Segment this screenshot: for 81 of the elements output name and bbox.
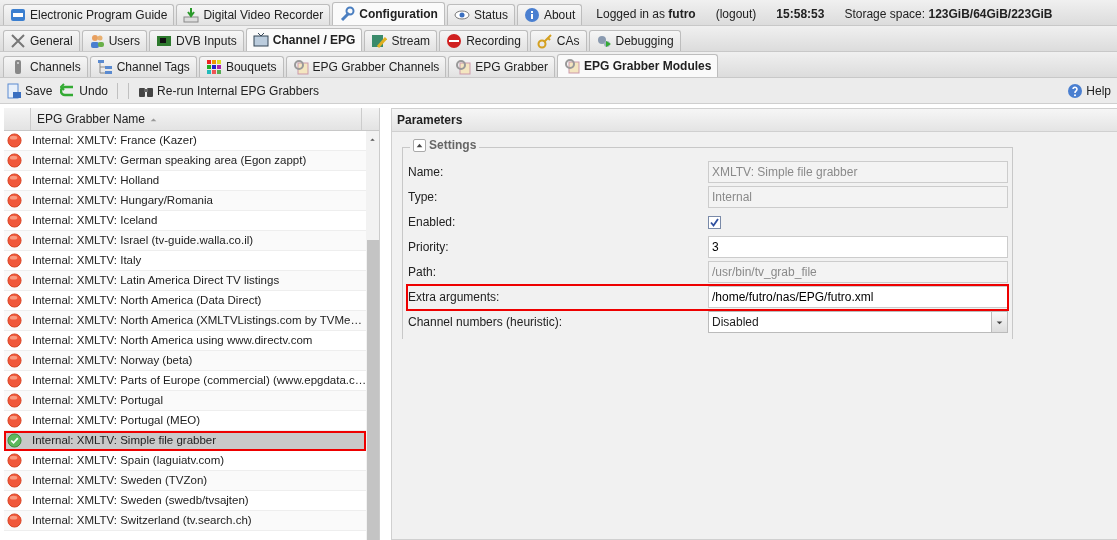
grid-row[interactable]: Internal: XMLTV: North America (Data Direct) <box>4 291 367 311</box>
grid-row[interactable]: Internal: XMLTV: Italy <box>4 251 367 271</box>
info-icon <box>523 7 540 23</box>
grid-row[interactable]: Internal: XMLTV: Simple file grabber <box>4 431 367 451</box>
field-label: Extra arguments: <box>407 289 501 306</box>
toolbar-button[interactable]: Save <box>4 81 55 100</box>
tab[interactable]: Channel Tags <box>89 56 197 77</box>
key-icon <box>536 33 553 49</box>
tab[interactable]: Channels <box>3 56 88 77</box>
tab[interactable]: EPG Grabber <box>448 56 556 77</box>
field-label: Path: <box>407 264 438 281</box>
grid-row[interactable]: Internal: XMLTV: Switzerland (tv.search.ch) <box>4 511 367 531</box>
download-icon <box>183 7 200 23</box>
save-icon <box>6 82 22 99</box>
field-label: Channel numbers (heuristic): <box>407 314 564 331</box>
field-label: Priority: <box>407 239 450 256</box>
tab[interactable]: Stream <box>364 30 438 51</box>
gears-icon <box>595 33 612 49</box>
gear-page-icon <box>292 59 309 75</box>
scroll-up-icon <box>368 135 378 144</box>
tab[interactable]: Digital Video Recorder <box>176 4 331 25</box>
tab[interactable]: Configuration <box>332 2 445 25</box>
grid-row[interactable]: Internal: XMLTV: Portugal (MEO) <box>4 411 367 431</box>
tab[interactable]: General <box>3 30 80 51</box>
gear-page-icon <box>564 58 581 74</box>
eye-icon <box>453 7 470 23</box>
collapse-toggle[interactable] <box>413 138 426 152</box>
tab[interactable]: EPG Grabber Modules <box>557 54 719 77</box>
grid-row[interactable]: Internal: XMLTV: North America (XMLTVListings.com by TVMe… <box>4 311 367 331</box>
toolbar-button[interactable]: Re-run Internal EPG Grabbers <box>136 81 322 100</box>
circuit-board-icon <box>156 33 173 49</box>
tab[interactable]: DVB Inputs <box>149 30 244 51</box>
users-icon <box>88 33 105 49</box>
tab[interactable]: Electronic Program Guide <box>3 4 175 25</box>
grid-row[interactable]: Internal: XMLTV: Sweden (swedb/tvsajten) <box>4 491 367 511</box>
help-button[interactable]: Help <box>1065 81 1113 100</box>
dropdown[interactable]: Disabled <box>708 311 1008 333</box>
tv-icon <box>252 32 269 48</box>
tab[interactable]: Status <box>446 4 515 25</box>
grid-row[interactable]: Internal: XMLTV: France (Kazer) <box>4 131 367 151</box>
gear-page-icon <box>455 59 472 75</box>
grid-row[interactable]: Internal: XMLTV: Portugal <box>4 391 367 411</box>
grid-row[interactable]: Internal: XMLTV: Parts of Europe (commercial) (www.epgdata.c… <box>4 371 367 391</box>
storage-text: Storage space: 123GiB/64GiB/223GiB <box>844 5 1053 23</box>
grid-row[interactable]: Internal: XMLTV: Norway (beta) <box>4 351 367 371</box>
field-label: Enabled: <box>407 214 457 231</box>
toolbar-button[interactable]: Undo <box>58 81 111 100</box>
grid-row[interactable]: Internal: XMLTV: German speaking area (Egon zappt) <box>4 151 367 171</box>
tab[interactable]: Channel / EPG <box>245 28 363 51</box>
tab[interactable]: Users <box>81 30 148 51</box>
section-title: Settings <box>429 137 477 154</box>
input-field[interactable]: /home/futro/nas/EPG/futro.xml <box>708 286 1008 308</box>
epg-icon <box>10 7 26 23</box>
help-icon <box>1067 82 1084 99</box>
tab[interactable]: Debugging <box>588 30 681 51</box>
logged-in-text: Logged in as futro <box>596 5 696 23</box>
input-field[interactable]: 3 <box>708 236 1008 258</box>
field-label: Name: <box>407 164 445 181</box>
logout-link[interactable]: (logout) <box>715 4 757 23</box>
grid-row[interactable]: Internal: XMLTV: Hungary/Romania <box>4 191 367 211</box>
panel-title: Parameters <box>392 109 1117 132</box>
tab[interactable]: Bouquets <box>198 56 284 77</box>
film-pencil-icon <box>371 33 388 49</box>
tab[interactable]: About <box>516 4 583 25</box>
grid-row[interactable]: Internal: XMLTV: North America using www.directv.com <box>4 331 367 351</box>
grid-row[interactable]: Internal: XMLTV: Spain (laguiatv.com) <box>4 451 367 471</box>
grid-row[interactable]: Internal: XMLTV: Latin America Direct TV listings <box>4 271 367 291</box>
grid-row[interactable]: Internal: XMLTV: Holland <box>4 171 367 191</box>
clock-time: 15:58:53 <box>776 5 825 23</box>
tree-icon <box>96 59 113 75</box>
checkbox[interactable] <box>708 215 721 229</box>
tab[interactable]: CAs <box>529 30 587 51</box>
tab[interactable]: Recording <box>439 30 528 51</box>
grid-row[interactable]: Internal: XMLTV: Israel (tv-guide.walla.co.il) <box>4 231 367 251</box>
field-label: Type: <box>407 189 439 206</box>
scrollbar[interactable] <box>366 131 379 540</box>
grid-row[interactable]: Internal: XMLTV: Sweden (TVZon) <box>4 471 367 491</box>
color-grid-icon <box>205 59 222 75</box>
grid-row[interactable]: Internal: XMLTV: Iceland <box>4 211 367 231</box>
tab[interactable]: EPG Grabber Channels <box>285 56 447 77</box>
record-icon <box>446 33 463 49</box>
